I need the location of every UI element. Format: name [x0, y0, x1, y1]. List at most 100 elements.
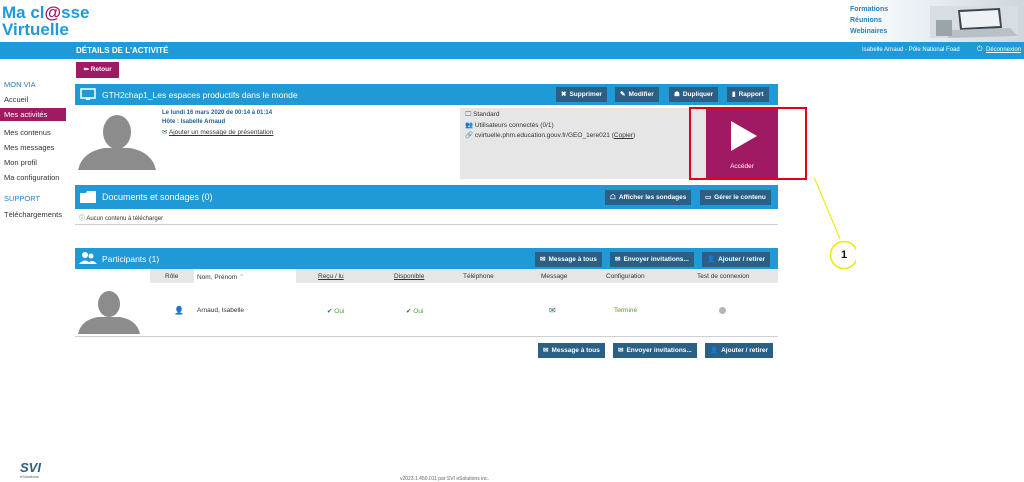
add-remove-label-bottom: Ajouter / retirer — [721, 347, 769, 354]
participant-avatar — [78, 286, 140, 334]
power-icon: ⏻ — [977, 46, 983, 53]
send-invitations-button-bottom[interactable]: ✉ Envoyer invitations... — [613, 343, 697, 358]
participants-title: Participants (1) — [102, 254, 160, 264]
duplicate-icon: ☗ — [674, 91, 680, 98]
page-title: DÉTAILS DE L'ACTIVITÉ — [76, 46, 169, 55]
show-polls-button[interactable]: ☖ Afficher les sondages — [605, 190, 692, 205]
user-add-icon: 👤 — [707, 256, 716, 263]
sidebar-item-mes-contenus[interactable]: Mes contenus — [4, 128, 51, 137]
logout-link[interactable]: Déconnexion — [986, 47, 1021, 53]
sidebar-item-ma-configuration[interactable]: Ma configuration — [4, 173, 59, 182]
link-formations[interactable]: Formations — [850, 4, 888, 15]
sidebar-item-accueil[interactable]: Accueil — [4, 95, 28, 104]
activity-type-label: Standard — [473, 111, 500, 118]
laptop-image — [930, 6, 1018, 38]
header-links: Formations Réunions Webinaires — [850, 4, 888, 37]
send-invitations-label-top: Envoyer invitations... — [623, 256, 689, 263]
edit-button[interactable]: ✎ Modifier — [615, 87, 659, 102]
sidebar-section-support: SUPPORT — [4, 194, 41, 203]
column-received[interactable]: Reçu / lu — [318, 273, 344, 280]
add-message-link[interactable]: ✉ Ajouter un message de présentation — [162, 128, 273, 136]
message-all-label-top: Message à tous — [548, 256, 597, 263]
connected-users: 👥 Utilisateurs connectés (0/1) — [465, 121, 554, 129]
delete-button[interactable]: ✖ Supprimer — [556, 87, 607, 102]
monitor-icon — [80, 88, 96, 100]
add-remove-label-top: Ajouter / retirer — [718, 256, 766, 263]
user-add-icon: 👤 — [710, 347, 719, 354]
activity-url[interactable]: cvirtuelle.phm.education.gouv.fr/GEO_1er… — [475, 132, 610, 139]
sidebar-item-mes-messages[interactable]: Mes messages — [4, 143, 54, 152]
highlight-box — [689, 107, 807, 180]
sidebar-item-telechargements[interactable]: Téléchargements — [4, 210, 62, 219]
envelope-icon: ✉ — [540, 256, 546, 263]
column-name[interactable]: Nom, Prénom ⌃ — [197, 273, 244, 281]
activity-host: Hôte : Isabelle Arnaud — [162, 119, 226, 125]
sidebar-item-mon-profil[interactable]: Mon profil — [4, 158, 37, 167]
envelope-icon: ✉ — [162, 129, 169, 136]
annotation-number: 1 — [840, 249, 848, 261]
send-invitations-label-bottom: Envoyer invitations... — [626, 347, 692, 354]
manage-content-label: Gérer le contenu — [714, 194, 766, 201]
copy-link[interactable]: Copier — [614, 132, 633, 139]
report-label: Rapport — [738, 91, 764, 98]
duplicate-label: Dupliquer — [682, 91, 714, 98]
add-remove-button-top[interactable]: 👤 Ajouter / retirer — [702, 252, 771, 267]
link-reunions[interactable]: Réunions — [850, 15, 888, 26]
envelope-icon: ✉ — [615, 256, 621, 263]
folder-icon — [80, 191, 96, 203]
report-icon: ▮ — [732, 91, 736, 98]
users-icon: 👥 — [465, 122, 475, 129]
column-connection-test: Test de connexion — [697, 273, 750, 280]
host-avatar — [78, 108, 156, 170]
documents-divider — [75, 224, 778, 225]
add-message-label: Ajouter un message de présentation — [168, 129, 274, 136]
link-webinaires[interactable]: Webinaires — [850, 26, 888, 37]
back-button[interactable]: ⬅ Retour — [76, 62, 119, 78]
sidebar-item-mes-activites[interactable]: Mes activités — [0, 108, 66, 121]
svi-logo-text: SVI — [20, 460, 41, 475]
empty-documents: ⓘ Aucun contenu à télécharger — [79, 213, 163, 222]
logo-text-2: Virtuelle — [2, 20, 69, 39]
participants-divider — [75, 336, 778, 337]
column-role[interactable]: Rôle — [165, 273, 178, 280]
delete-label: Supprimer — [569, 91, 602, 98]
pencil-icon: ✎ — [620, 91, 626, 98]
poll-icon: ☖ — [610, 194, 616, 201]
folder-small-icon: ▭ — [705, 194, 712, 201]
column-configuration: Configuration — [606, 273, 645, 280]
activity-date: Le lundi 16 mars 2020 de 00:14 à 01:14 — [162, 110, 273, 116]
link-icon: 🔗 — [465, 132, 475, 139]
participant-role-icon: 👤 — [174, 306, 184, 315]
column-message: Message — [541, 273, 568, 280]
monitor-small-icon: 🖵 — [465, 111, 474, 118]
close-icon: ✖ — [561, 91, 567, 98]
participant-available: ✔ Oui — [406, 307, 423, 315]
manage-content-button[interactable]: ▭ Gérer le contenu — [700, 190, 771, 205]
duplicate-button[interactable]: ☗ Dupliquer — [669, 87, 719, 102]
message-all-button-bottom[interactable]: ✉ Message à tous — [538, 343, 605, 358]
participants-icon — [79, 252, 97, 264]
send-invitations-button-top[interactable]: ✉ Envoyer invitations... — [610, 252, 694, 267]
participant-message-icon[interactable]: ✉ — [549, 306, 556, 315]
arrow-left-icon: ⬅ — [83, 66, 91, 73]
footer-copyright: v2023.1.450.011 par SVI eSolutions inc. — [400, 476, 489, 482]
envelope-icon: ✉ — [543, 347, 549, 354]
connected-users-label: Utilisateurs connectés (0/1) — [474, 122, 554, 129]
participant-configuration: Terminé — [614, 307, 638, 314]
documents-title: Documents et sondages (0) — [102, 192, 213, 202]
svi-logo: SVI — [20, 460, 41, 475]
sort-up-icon: ⌃ — [238, 274, 245, 281]
column-available[interactable]: Disponible — [394, 273, 424, 280]
empty-documents-label: Aucun contenu à télécharger — [86, 216, 164, 222]
activity-type: 🖵 Standard — [465, 111, 499, 119]
edit-label: Modifier — [628, 91, 654, 98]
logo[interactable]: Ma cl@sse Virtuelle — [2, 4, 89, 38]
activity-link: 🔗 cvirtuelle.phm.education.gouv.fr/GEO_1… — [465, 132, 636, 139]
message-all-button-top[interactable]: ✉ Message à tous — [535, 252, 602, 267]
column-name-label: Nom, Prénom — [197, 274, 238, 281]
connection-test-indicator — [719, 307, 726, 314]
sidebar-section-mon-via: MON VIA — [4, 80, 36, 89]
show-polls-label: Afficher les sondages — [618, 194, 687, 201]
add-remove-button-bottom[interactable]: 👤 Ajouter / retirer — [705, 343, 774, 358]
report-button[interactable]: ▮ Rapport — [727, 87, 769, 102]
